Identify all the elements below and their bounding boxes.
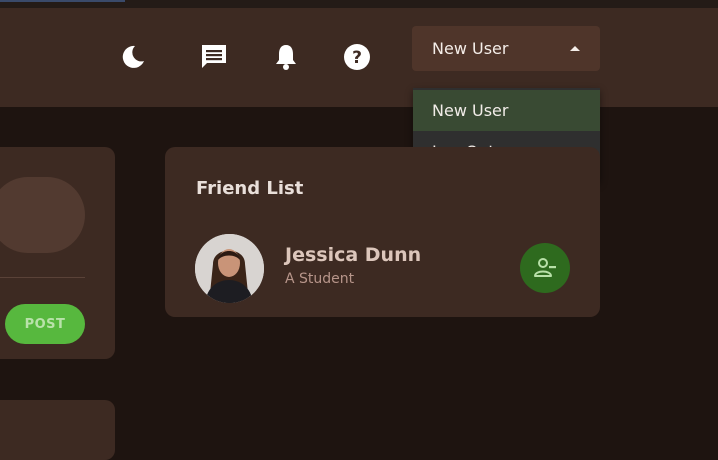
window-top-accent [0, 0, 125, 2]
moon-icon[interactable] [118, 42, 148, 72]
avatar[interactable] [195, 234, 264, 303]
friend-list-title: Friend List [196, 178, 304, 199]
help-icon[interactable]: ? [342, 42, 372, 72]
caret-up-icon [570, 46, 580, 51]
friend-name[interactable]: Jessica Dunn [285, 244, 421, 266]
post-input[interactable] [0, 177, 85, 253]
dropdown-item-new-user[interactable]: New User [413, 90, 600, 131]
secondary-card [0, 400, 115, 460]
post-divider [0, 277, 85, 278]
user-menu-button[interactable]: New User [412, 26, 600, 71]
friend-role: A Student [285, 271, 355, 287]
chat-icon[interactable] [199, 42, 229, 72]
bell-icon[interactable] [271, 42, 301, 72]
svg-text:?: ? [352, 48, 362, 68]
post-button[interactable]: POST [5, 304, 85, 344]
user-menu-label: New User [432, 39, 509, 58]
remove-friend-icon [534, 258, 556, 277]
remove-friend-button[interactable] [520, 243, 570, 293]
